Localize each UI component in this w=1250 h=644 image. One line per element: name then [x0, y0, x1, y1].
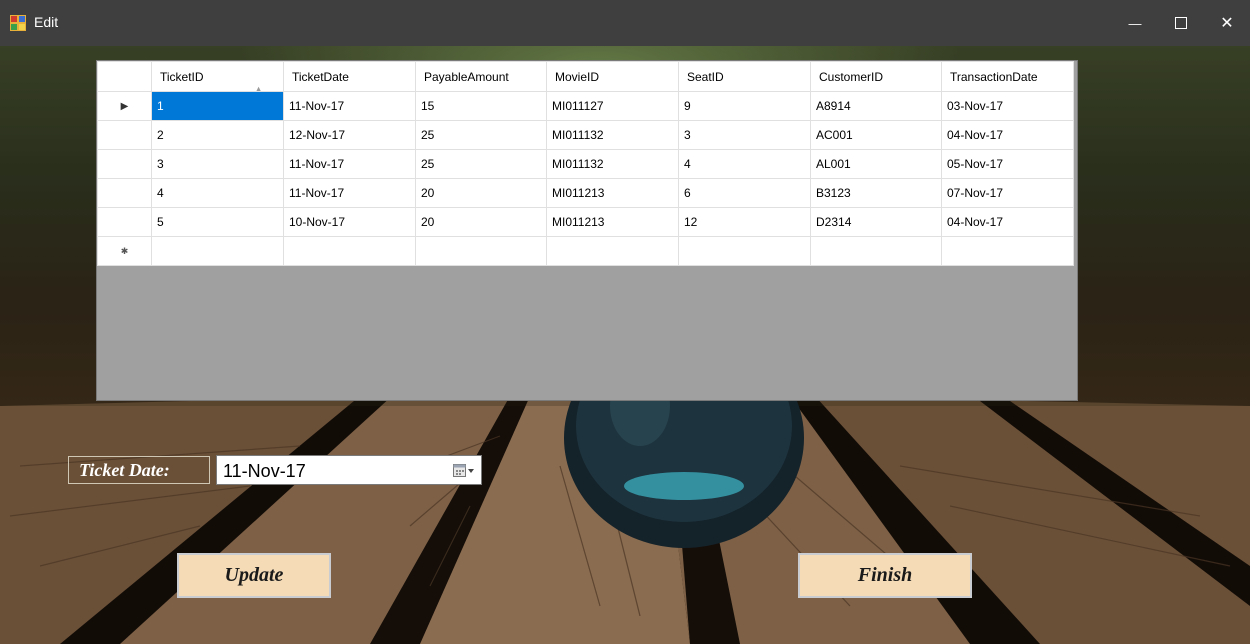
- table-cell[interactable]: [810, 236, 942, 266]
- close-button[interactable]: ✕: [1204, 0, 1250, 46]
- tickets-data-grid[interactable]: TicketID ▲ TicketDate PayableAmount Movie…: [96, 60, 1078, 401]
- table-cell[interactable]: MI011132: [546, 120, 679, 150]
- table-cell[interactable]: 04-Nov-17: [941, 207, 1074, 237]
- column-header-payableamount[interactable]: PayableAmount: [415, 61, 547, 92]
- table-cell[interactable]: 6: [678, 178, 811, 208]
- table-cell[interactable]: 4: [678, 149, 811, 179]
- table-cell[interactable]: 9: [678, 91, 811, 121]
- table-cell[interactable]: 2: [151, 120, 284, 150]
- table-cell[interactable]: AC001: [810, 120, 942, 150]
- table-cell[interactable]: 5: [151, 207, 284, 237]
- table-cell[interactable]: 25: [415, 120, 547, 150]
- table-cell[interactable]: [678, 236, 811, 266]
- app-icon: [10, 15, 26, 31]
- row-header-new[interactable]: ✱: [97, 236, 152, 266]
- table-cell[interactable]: MI011213: [546, 207, 679, 237]
- table-cell[interactable]: 15: [415, 91, 547, 121]
- calendar-dropdown-icon[interactable]: [453, 464, 475, 478]
- table-cell[interactable]: 11-Nov-17: [283, 149, 416, 179]
- sort-ascending-icon: ▲: [254, 83, 263, 92]
- table-row[interactable]: 5 10-Nov-17 20 MI011213 12 D2314 04-Nov-…: [97, 207, 1074, 237]
- table-cell[interactable]: 11-Nov-17: [283, 178, 416, 208]
- column-header-ticketdate[interactable]: TicketDate: [283, 61, 416, 92]
- table-cell[interactable]: AL001: [810, 149, 942, 179]
- table-header-row: TicketID ▲ TicketDate PayableAmount Movie…: [97, 61, 1074, 92]
- table-cell[interactable]: MI011213: [546, 178, 679, 208]
- table-row[interactable]: 3 11-Nov-17 25 MI011132 4 AL001 05-Nov-1…: [97, 149, 1074, 179]
- column-header-movieid[interactable]: MovieID: [546, 61, 679, 92]
- table-cell[interactable]: [941, 236, 1074, 266]
- table-cell[interactable]: 12: [678, 207, 811, 237]
- ticket-date-value[interactable]: 11-Nov-17: [223, 461, 306, 482]
- window-title: Edit: [34, 14, 59, 30]
- title-bar: Edit — ✕: [0, 0, 1250, 46]
- close-icon: ✕: [1220, 15, 1234, 32]
- table-cell[interactable]: 12-Nov-17: [283, 120, 416, 150]
- table-cell[interactable]: 10-Nov-17: [283, 207, 416, 237]
- table-cell[interactable]: MI011132: [546, 149, 679, 179]
- column-header-seatid[interactable]: SeatID: [678, 61, 811, 92]
- table-cell[interactable]: 3: [678, 120, 811, 150]
- table-cell[interactable]: D2314: [810, 207, 942, 237]
- ticket-date-label: Ticket Date:: [68, 456, 210, 484]
- row-header[interactable]: [97, 149, 152, 179]
- table-cell[interactable]: 11-Nov-17: [283, 91, 416, 121]
- table-cell[interactable]: 20: [415, 178, 547, 208]
- minimize-button[interactable]: —: [1112, 0, 1158, 46]
- table-cell[interactable]: [546, 236, 679, 266]
- ticket-date-picker[interactable]: 11-Nov-17: [216, 455, 482, 485]
- table-cell[interactable]: [415, 236, 547, 266]
- table-cell[interactable]: [151, 236, 284, 266]
- table-cell[interactable]: MI011127: [546, 91, 679, 121]
- table-cell[interactable]: 07-Nov-17: [941, 178, 1074, 208]
- table-row[interactable]: 2 12-Nov-17 25 MI011132 3 AC001 04-Nov-1…: [97, 120, 1074, 150]
- table-cell[interactable]: 1: [151, 91, 284, 121]
- column-header-ticketid[interactable]: TicketID ▲: [151, 61, 284, 92]
- table-cell[interactable]: 20: [415, 207, 547, 237]
- maximize-icon: [1175, 17, 1187, 29]
- row-header[interactable]: [97, 207, 152, 237]
- new-row-icon: ✱: [120, 245, 129, 256]
- minimize-icon: —: [1128, 15, 1142, 31]
- table-cell[interactable]: 03-Nov-17: [941, 91, 1074, 121]
- maximize-button[interactable]: [1158, 0, 1204, 46]
- new-row[interactable]: ✱: [97, 236, 1074, 266]
- row-header[interactable]: [97, 178, 152, 208]
- row-header[interactable]: [97, 120, 152, 150]
- column-header-customerid[interactable]: CustomerID: [810, 61, 942, 92]
- update-button[interactable]: Update: [177, 553, 331, 598]
- column-header-transactiondate[interactable]: TransactionDate: [941, 61, 1074, 92]
- finish-button[interactable]: Finish: [798, 553, 972, 598]
- current-row-icon: ▶: [120, 100, 129, 112]
- table-cell[interactable]: 25: [415, 149, 547, 179]
- row-header-current[interactable]: ▶: [97, 91, 152, 121]
- table-cell[interactable]: 04-Nov-17: [941, 120, 1074, 150]
- table-cell[interactable]: 3: [151, 149, 284, 179]
- table-row[interactable]: ▶ 1 11-Nov-17 15 MI011127 9 A8914 03-Nov…: [97, 91, 1074, 121]
- corner-header-cell[interactable]: [97, 61, 152, 92]
- table-cell[interactable]: B3123: [810, 178, 942, 208]
- table-row[interactable]: 4 11-Nov-17 20 MI011213 6 B3123 07-Nov-1…: [97, 178, 1074, 208]
- table-cell[interactable]: 4: [151, 178, 284, 208]
- table-cell[interactable]: [283, 236, 416, 266]
- table-cell[interactable]: 05-Nov-17: [941, 149, 1074, 179]
- table-cell[interactable]: A8914: [810, 91, 942, 121]
- tickets-table: TicketID ▲ TicketDate PayableAmount Movie…: [97, 61, 1074, 266]
